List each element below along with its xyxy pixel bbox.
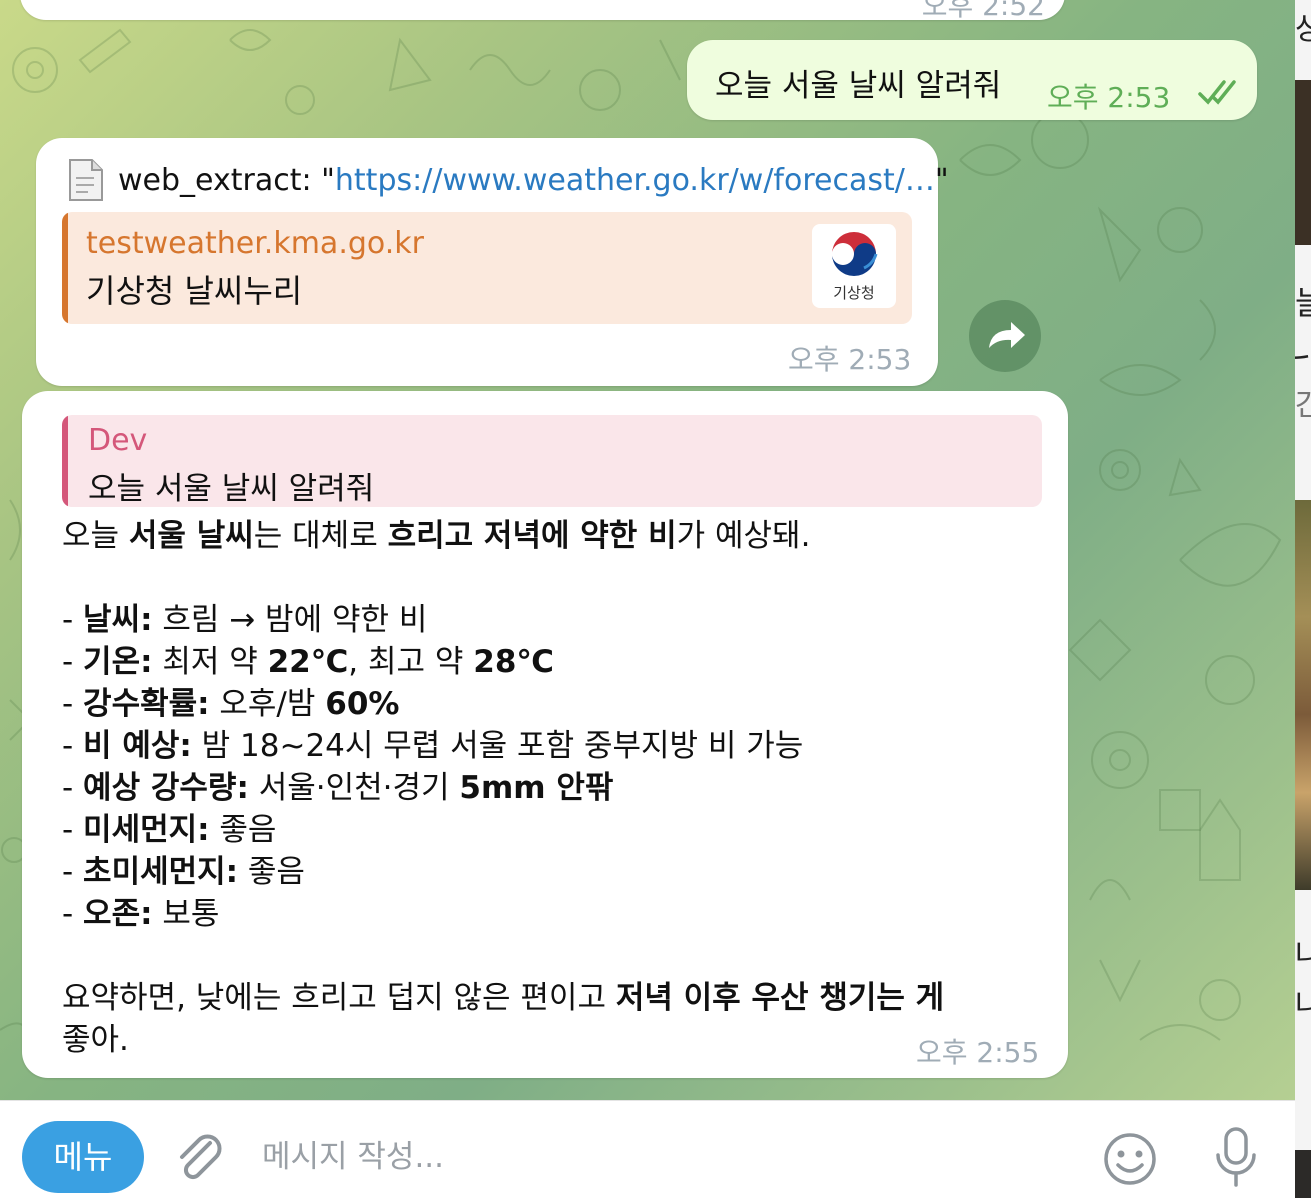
weather-item-bold: 22℃ [267,644,349,680]
side-strip-text: 나 [1295,938,1311,973]
weather-item: - 비 예상: 밤 18~24시 무렵 서울 포함 중부지방 비 가능 [62,728,804,764]
previous-message-bubble: 오후 2:52 [20,0,1065,22]
intro-bold: 서울 날씨 [128,518,254,554]
side-strip-photo [1295,80,1311,245]
link-preview[interactable]: testweather.kma.go.kr 기상청 날씨누리 기상청 [62,212,912,324]
forward-icon [989,322,1025,348]
intro-text: 오늘 [62,518,129,554]
web-extract-line: web_extract: " https://www.weather.go.kr… [66,158,949,202]
menu-button[interactable]: 메뉴 [22,1121,144,1193]
outgoing-message-text: 오늘 서울 날씨 알려줘 [715,68,1002,104]
side-strip-text: 상 [1295,12,1311,47]
kma-logo: 기상청 [812,224,896,308]
link-preview-accent-bar [62,212,68,324]
weather-item-label: 미세먼지: [83,812,210,848]
reply-message-time: 오후 2:55 [916,1036,1040,1069]
paperclip-icon[interactable] [170,1129,226,1185]
weather-item-value: , 최고 약 [348,644,474,680]
emoji-icon[interactable] [1100,1129,1160,1189]
summary-line: 요약하면, 낮에는 흐리고 덥지 않은 편이고 저녁 이후 우산 챙기는 게 [62,977,1022,1019]
weather-item-value: 오후/밤 [209,686,326,722]
side-strip-photo [1295,500,1311,890]
weather-item-label: 오존: [83,896,153,932]
side-strip-text: 니금 [1295,333,1311,373]
side-strip-text: 나 [1295,988,1311,1023]
link-preview-site: testweather.kma.go.kr [86,226,424,261]
intro-text: 가 예상돼. [676,518,811,554]
weather-item: - 오존: 보통 [62,896,220,932]
intro-text: 는 대체로 [253,518,388,554]
side-strip-photo [1295,1150,1311,1198]
weather-item-label: 예상 강수량: [83,770,249,806]
weather-item-value: 좋음 [238,854,305,890]
microphone-icon[interactable] [1208,1125,1264,1189]
weather-item-bold: 28℃ [473,644,554,680]
weather-item-bold: 60% [325,686,400,722]
web-extract-suffix: " [934,162,949,198]
quote-accent-bar [62,415,68,507]
summary-text: 요약하면, 낮에는 흐리고 덥지 않은 편이고 [62,980,616,1016]
weather-item-label: 강수확률: [83,686,210,722]
weather-item-label: 기온: [83,644,153,680]
intro-bold: 흐리고 저녁에 약한 비 [387,518,677,554]
side-strip-text: 간 [1295,388,1311,423]
weather-item-bold: 5mm 안팎 [459,770,614,806]
weather-item-value: 흐림 → 밤에 약한 비 [152,602,428,638]
web-extract-message-bubble[interactable]: web_extract: " https://www.weather.go.kr… [36,138,949,386]
quote-author: Dev [88,423,148,458]
web-extract-link[interactable]: https://www.weather.go.kr/w/forecast/… [335,163,935,198]
quote-text: 오늘 서울 날씨 알려줘 [88,471,375,507]
weather-item: - 미세먼지: 좋음 [62,812,277,848]
double-check-icon [1198,80,1236,105]
weather-item: - 예상 강수량: 서울·인천·경기 5mm 안팎 [62,770,614,806]
adjacent-window-strip: 상 늘 니금 간 나 나 [1295,0,1311,1198]
kma-logo-text: 기상청 [833,284,875,302]
weather-item: - 강수확률: 오후/밤 60% [62,686,400,722]
weather-item: - 기온: 최저 약 22℃, 최고 약 28℃ [62,644,554,680]
weather-item-label: 초미세먼지: [83,854,239,890]
reply-intro-line: 오늘 서울 날씨는 대체로 흐리고 저녁에 약한 비가 예상돼. [62,515,1022,557]
weather-item: - 날씨: 흐림 → 밤에 약한 비 [62,602,428,638]
summary-bold: 저녁 이후 우산 챙기는 게 [615,980,945,1016]
quoted-message[interactable]: Dev 오늘 서울 날씨 알려줘 [62,415,1042,507]
summary-line: 좋아. [62,1019,1022,1061]
side-strip-text: 늘 [1295,284,1311,322]
kma-emblem-icon [831,231,878,277]
web-extract-prefix: web_extract: " [118,162,335,198]
reply-message-bubble[interactable]: Dev 오늘 서울 날씨 알려줘 오늘 서울 날씨는 대체로 흐리고 저녁에 약… [22,391,1068,1078]
message-input-bar: 메뉴 [0,1100,1295,1198]
summary-text: 좋아. [62,1022,129,1058]
forward-button[interactable] [969,300,1041,372]
link-preview-title: 기상청 날씨누리 [86,272,303,310]
outgoing-message-bubble[interactable]: 오늘 서울 날씨 알려줘 오후 2:53 [687,40,1257,120]
message-input[interactable] [262,1133,962,1181]
reply-message-body: 오늘 서울 날씨는 대체로 흐리고 저녁에 약한 비가 예상돼. - 날씨: 흐… [62,515,1022,1061]
outgoing-message-time: 오후 2:53 [1047,81,1171,114]
weather-item: - 초미세먼지: 좋음 [62,854,305,890]
previous-message-time: 오후 2:52 [921,0,1045,22]
weather-item-value: 밤 18~24시 무렵 서울 포함 중부지방 비 가능 [191,728,804,764]
weather-item-label: 비 예상: [83,728,192,764]
weather-item-value: 최저 약 [152,644,268,680]
weather-item-value: 보통 [152,896,220,932]
web-extract-time: 오후 2:53 [788,343,912,376]
weather-item-label: 날씨: [83,602,153,638]
weather-item-value: 좋음 [209,812,277,848]
document-icon [69,159,103,201]
weather-item-value: 서울·인천·경기 [248,770,460,806]
